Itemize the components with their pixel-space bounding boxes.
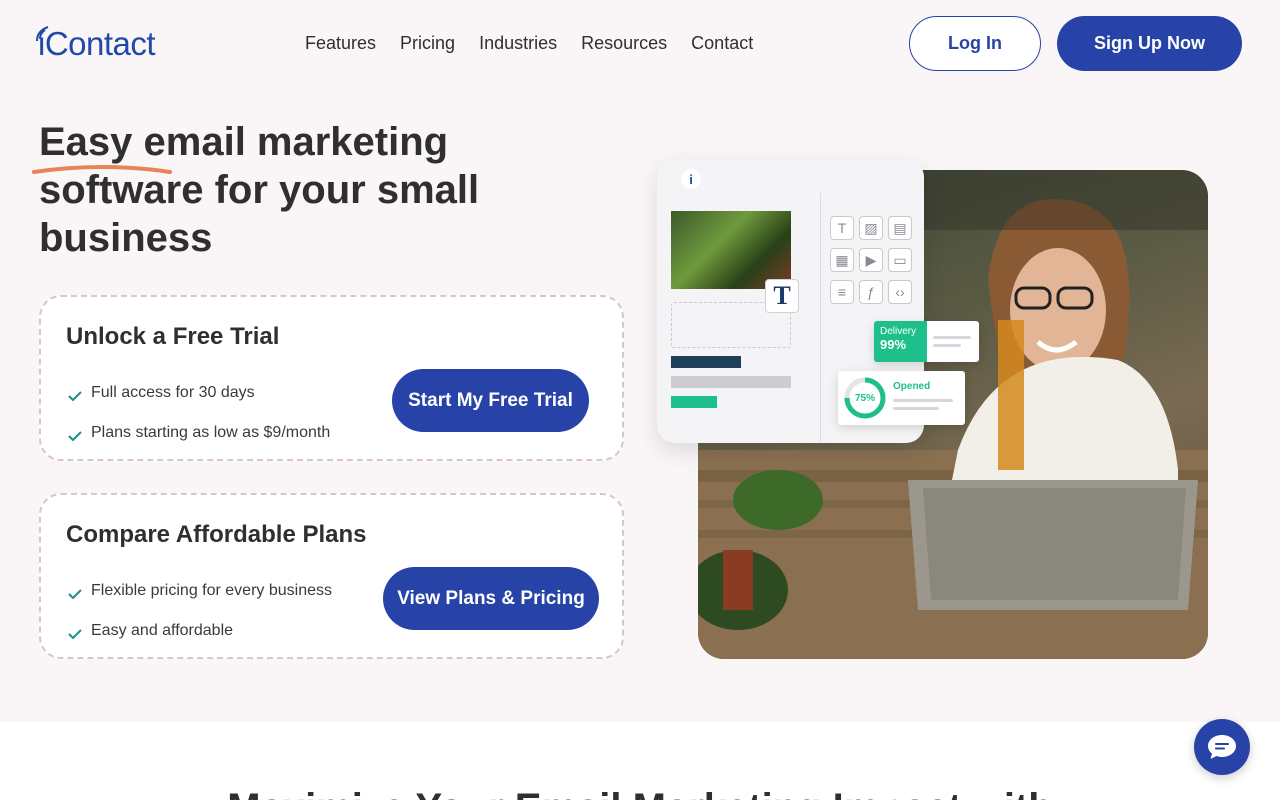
placeholder-line xyxy=(893,407,939,410)
signup-button[interactable]: Sign Up Now xyxy=(1057,16,1242,71)
opened-stat-card: 75% Opened xyxy=(838,371,965,425)
text-block-icon: T xyxy=(765,279,799,313)
check-icon xyxy=(68,589,82,600)
main-nav: Features Pricing Industries Resources Co… xyxy=(305,32,753,54)
free-trial-card: Unlock a Free Trial Full access for 30 d… xyxy=(39,295,624,461)
compare-plans-card: Compare Affordable Plans Flexible pricin… xyxy=(39,493,624,659)
card-feature-list: Flexible pricing for every business Easy… xyxy=(66,571,332,651)
list-item-text: Plans starting as low as $9/month xyxy=(91,424,331,441)
social-tool-icon: ƒ xyxy=(859,280,883,304)
nav-contact[interactable]: Contact xyxy=(691,32,753,54)
nav-industries[interactable]: Industries xyxy=(479,32,557,54)
section-title: Maximize Your Email Marketing Impact wit… xyxy=(0,786,1280,800)
list-item-text: Full access for 30 days xyxy=(91,384,255,401)
check-icon xyxy=(68,391,82,402)
card-title: Unlock a Free Trial xyxy=(66,323,280,350)
editor-tool-palette: T ▨ ▤ ▦ ▶ ▭ ≡ ƒ ‹› xyxy=(830,216,912,304)
logo-text: iContact xyxy=(38,25,156,62)
list-item: Plans starting as low as $9/month xyxy=(66,413,330,453)
delivery-value: 99% xyxy=(880,337,907,352)
list-item: Easy and affordable xyxy=(66,611,332,651)
video-tool-icon: ▶ xyxy=(859,248,883,272)
hero-title: Easy email marketing software for your s… xyxy=(39,120,480,260)
editor-logo-icon: i xyxy=(681,169,701,189)
check-icon xyxy=(68,629,82,640)
start-free-trial-button[interactable]: Start My Free Trial xyxy=(392,369,589,432)
nav-pricing[interactable]: Pricing xyxy=(400,32,455,54)
image-text-tool-icon: ▤ xyxy=(888,216,912,240)
card-feature-list: Full access for 30 days Plans starting a… xyxy=(66,373,330,453)
login-button[interactable]: Log In xyxy=(909,16,1041,71)
icontact-logo[interactable]: iContact xyxy=(36,25,156,62)
plant-image-block xyxy=(671,211,791,289)
placeholder-line xyxy=(933,336,971,339)
placeholder-line xyxy=(933,344,961,347)
list-item-text: Flexible pricing for every business xyxy=(91,582,332,599)
nav-resources[interactable]: Resources xyxy=(581,32,667,54)
button-tool-icon: ▭ xyxy=(888,248,912,272)
text-placeholder-bar xyxy=(671,376,791,388)
divider-tool-icon: ≡ xyxy=(830,280,854,304)
lower-section: Maximize Your Email Marketing Impact wit… xyxy=(0,722,1280,800)
editor-divider xyxy=(820,193,821,443)
delivery-tag: Delivery 99% xyxy=(874,321,927,362)
list-item: Full access for 30 days xyxy=(66,373,330,413)
title-underline-decoration xyxy=(32,165,172,174)
view-plans-pricing-button[interactable]: View Plans & Pricing xyxy=(383,567,599,630)
image-tool-icon: ▨ xyxy=(859,216,883,240)
button-placeholder-bar xyxy=(671,396,717,408)
columns-tool-icon: ▦ xyxy=(830,248,854,272)
delivery-stat-card: Delivery 99% xyxy=(874,321,979,362)
card-title: Compare Affordable Plans xyxy=(66,521,367,548)
text-tool-icon: T xyxy=(830,216,854,240)
opened-label: Opened xyxy=(893,381,931,392)
nav-features[interactable]: Features xyxy=(305,32,376,54)
list-item: Flexible pricing for every business xyxy=(66,571,332,611)
check-icon xyxy=(68,431,82,442)
logo-signal-icon xyxy=(36,26,49,42)
chat-button[interactable] xyxy=(1194,719,1250,775)
heading-placeholder-bar xyxy=(671,356,741,368)
list-item-text: Easy and affordable xyxy=(91,622,234,639)
chat-bubble-icon xyxy=(1208,735,1236,759)
delivery-label: Delivery xyxy=(880,326,917,337)
code-tool-icon: ‹› xyxy=(888,280,912,304)
placeholder-line xyxy=(893,399,953,402)
opened-value: 75% xyxy=(854,392,875,404)
